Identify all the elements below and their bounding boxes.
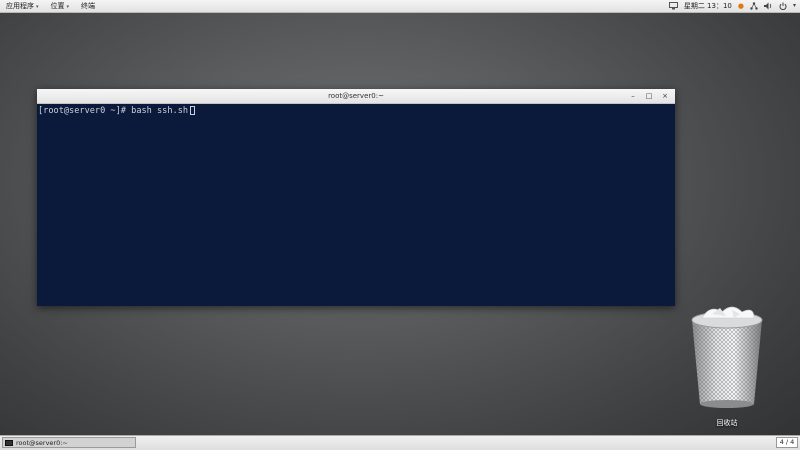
trash-label: 回收站 [716,419,738,427]
menu-places[interactable]: 位置 ▾ [45,0,76,13]
window-titlebar[interactable]: root@server0:~ – □ × [37,89,675,104]
menu-applications[interactable]: 应用程序 ▾ [0,0,45,13]
menu-terminal[interactable]: 终端 [75,0,101,12]
bottom-panel: root@server0:~ 4 / 4 [0,435,800,450]
trash-icon [691,306,763,408]
taskbar-item-terminal[interactable]: root@server0:~ [2,437,136,448]
menu-applications-label: 应用程序 [6,1,34,10]
menu-terminal-label: 终端 [81,2,96,10]
window-controls: – □ × [629,89,669,103]
top-panel: 应用程序 ▾ 位置 ▾ 终端 星期二 13：10 ● ▾ [0,0,800,13]
chevron-down-icon: ▾ [36,3,39,10]
workspace-switcher[interactable]: 4 / 4 [776,437,798,448]
chevron-down-icon[interactable]: ▾ [793,0,796,12]
taskbar-item-label: root@server0:~ [16,438,68,447]
window-title: root@server0:~ [328,92,384,100]
volume-icon[interactable] [763,2,773,10]
maximize-button[interactable]: □ [645,89,653,103]
clock[interactable]: 星期二 13：10 [684,0,732,12]
terminal-window: root@server0:~ – □ × [root@server0 ~]# b… [37,89,675,306]
terminal-command: bash ssh.sh [131,106,189,116]
notification-icon[interactable]: ● [738,0,744,12]
menu-places-label: 位置 [50,1,65,10]
power-icon[interactable] [779,2,787,10]
screen-icon[interactable] [668,2,678,10]
network-icon[interactable] [750,2,758,10]
minimize-button[interactable]: – [629,89,637,103]
chevron-down-icon: ▾ [66,3,70,10]
terminal-prompt: [root@server0 ~]# [38,106,132,116]
terminal-area[interactable]: [root@server0 ~]# bash ssh.sh [37,104,675,118]
top-menu: 应用程序 ▾ 位置 ▾ 终端 [0,0,101,12]
trash-desktop-icon[interactable]: 回收站 [683,300,771,430]
terminal-cursor [190,106,196,115]
status-area: 星期二 13：10 ● ▾ [668,0,796,12]
close-button[interactable]: × [661,89,669,103]
terminal-icon [5,439,13,446]
